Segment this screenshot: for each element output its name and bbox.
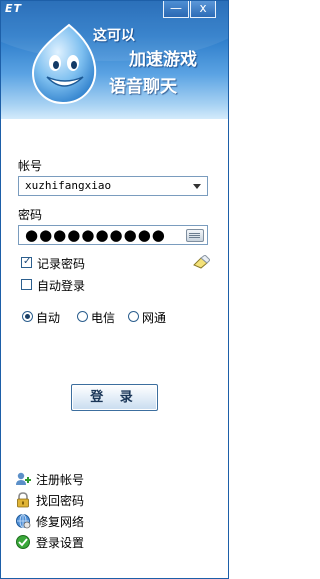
mascot-icon	[31, 23, 97, 105]
eraser-icon[interactable]	[192, 255, 210, 269]
banner: ET — x 这可以 加速游戏 语音聊天	[1, 1, 228, 119]
radio-netcom-label[interactable]: 网通	[142, 309, 166, 326]
auto-login-checkbox[interactable]	[21, 279, 32, 290]
account-value[interactable]: xuzhifangxiao	[25, 179, 111, 192]
account-combobox[interactable]: xuzhifangxiao	[18, 176, 208, 196]
login-settings-label[interactable]: 登录设置	[36, 534, 84, 551]
remember-password-checkbox[interactable]: ✓	[21, 256, 32, 268]
account-label: 帐号	[18, 159, 43, 173]
remember-password-label[interactable]: 记录密码	[37, 255, 85, 272]
login-button[interactable]: 登 录	[71, 384, 158, 411]
settings-icon	[16, 535, 30, 549]
login-window: ET — x 这可以 加速游戏 语音聊天 帐号 xuzhifangxiao 密码…	[0, 0, 229, 579]
password-label: 密码	[18, 208, 43, 222]
register-icon	[16, 472, 31, 485]
chevron-down-icon[interactable]	[193, 184, 201, 189]
repair-network-label[interactable]: 修复网络	[36, 513, 84, 530]
radio-selected-dot	[25, 314, 30, 319]
slogan-line-2: 加速游戏	[129, 50, 197, 70]
app-logo: ET	[5, 2, 23, 15]
password-masked-value[interactable]: ●●●●●●●●●●	[25, 228, 166, 243]
radio-telecom-label[interactable]: 电信	[91, 309, 115, 326]
slogan-line-1: 这可以	[93, 28, 135, 44]
radio-auto-label[interactable]: 自动	[36, 309, 60, 326]
radio-auto[interactable]	[22, 311, 33, 322]
radio-netcom[interactable]	[128, 311, 139, 322]
slogan-line-3: 语音聊天	[109, 77, 177, 97]
radio-telecom[interactable]	[77, 311, 88, 322]
recover-password-label[interactable]: 找回密码	[36, 492, 84, 509]
lock-icon	[17, 492, 29, 508]
soft-keyboard-icon[interactable]	[186, 229, 204, 242]
password-field[interactable]: ●●●●●●●●●●	[18, 225, 208, 245]
minimize-button[interactable]: —	[163, 1, 189, 18]
auto-login-label[interactable]: 自动登录	[37, 277, 85, 294]
checkmark-icon: ✓	[23, 256, 32, 267]
close-button[interactable]: x	[190, 1, 216, 18]
network-repair-icon	[16, 514, 31, 529]
register-account-label[interactable]: 注册帐号	[36, 471, 84, 488]
